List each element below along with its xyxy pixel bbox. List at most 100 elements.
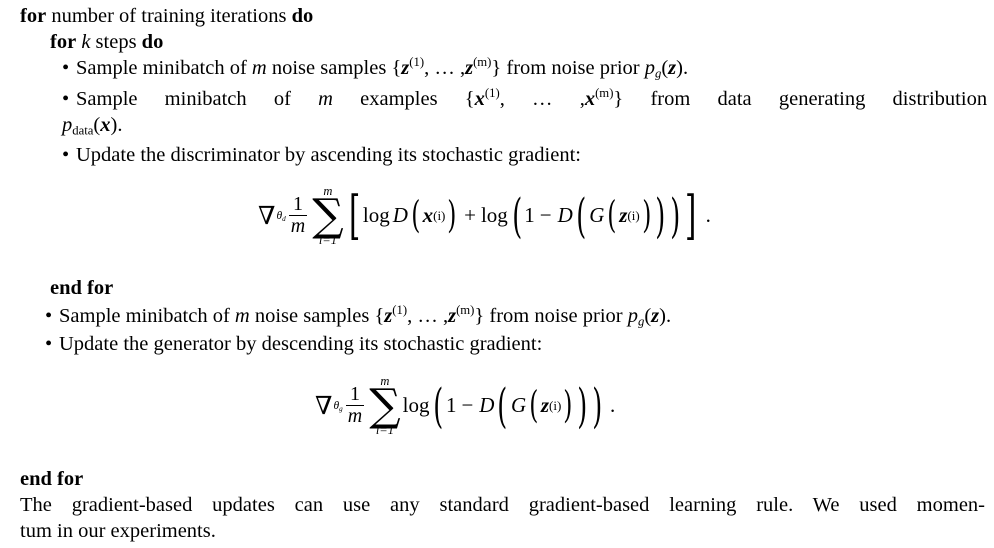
outer-for-text: number of training iterations — [51, 5, 287, 27]
end-for-outer: end for — [20, 468, 84, 490]
sigma-icon: ∑ — [369, 379, 401, 431]
tail-paragraph-line-2: tum in our experiments. — [20, 520, 216, 542]
frac-denominator: m — [345, 405, 365, 428]
bullet3-text: Update the discriminator by ascending it… — [76, 144, 581, 166]
nabla-sub-theta: θg — [333, 400, 343, 413]
inner-for-text: steps — [95, 31, 137, 53]
bullet2-pre: Sample minibatch of — [76, 88, 291, 110]
paren-open-1: ( — [411, 193, 421, 238]
bullet1-pre: Sample minibatch of — [76, 57, 247, 79]
paren-open-4: ( — [607, 193, 617, 238]
one-literal: 1 — [445, 393, 457, 418]
bullet4-pre: Sample minibatch of — [59, 305, 230, 327]
bullet4-post: from noise prior — [489, 305, 623, 327]
log-operator-2: log — [480, 203, 508, 228]
bullet-marker-icon: • — [62, 57, 70, 79]
bullet2-x1: x — [474, 88, 485, 110]
bullet1-m: m — [251, 57, 267, 79]
bullet1-p-arg: z — [668, 57, 677, 79]
bullet1-zm-sup: (m) — [473, 55, 492, 70]
paren-open-3: ( — [576, 187, 587, 244]
paren-close-3: ) — [655, 187, 666, 244]
inner-for-line: for k steps do — [50, 29, 163, 55]
bullet5-text: Update the generator by descending its s… — [59, 333, 543, 355]
bullet-marker-icon: • — [45, 305, 53, 327]
discriminator-function: D — [479, 393, 495, 418]
bullet2-m: m — [318, 88, 333, 110]
bullet1-set-close: } — [491, 57, 502, 79]
tail-paragraph: The gradient-based updates can use any s… — [20, 492, 985, 544]
paren-open-2: ( — [512, 187, 523, 244]
equation-period: . — [610, 393, 616, 418]
bullet2-xm-sup: (m) — [595, 86, 614, 101]
bullet4-zm-sup: (m) — [456, 303, 475, 318]
one-literal: 1 — [524, 203, 535, 228]
inner-for-do: do — [141, 31, 164, 53]
frac-numerator: 1 — [292, 193, 303, 216]
nabla-icon: ∇ — [258, 202, 276, 230]
theta-g-sub: g — [339, 404, 343, 413]
algorithm-block: for number of training iterations do for… — [0, 0, 994, 548]
paren-close-1: ) — [447, 193, 457, 238]
bullet4-set-close: } — [474, 305, 485, 327]
theta-d-sub: d — [282, 214, 286, 223]
bullet1-zm: z — [465, 57, 474, 79]
bullet2-x1-sup: (1) — [484, 86, 500, 101]
paren-close-1: ) — [591, 377, 602, 434]
paren-close-4: ) — [641, 193, 652, 238]
minus-operator: − — [539, 203, 552, 228]
bracket-open: [ — [348, 184, 360, 247]
inner-for-var: k — [81, 31, 91, 53]
bullet2-set: {x(1), … ,x(m)} — [464, 86, 624, 110]
bullet2-xm: x — [584, 88, 596, 110]
x-variable: x — [422, 203, 434, 228]
bullet2-post: from data generating distribution — [650, 88, 988, 110]
equation-period: . — [705, 203, 711, 228]
nabla-sub-theta: θd — [276, 210, 286, 223]
bullet2-mid: examples — [360, 88, 438, 110]
outer-for-keyword: for — [20, 5, 47, 27]
bullet2-cont-p-sub: data — [72, 123, 94, 138]
bullet1-p: p — [644, 57, 655, 79]
end-for-inner: end for — [50, 277, 114, 299]
sigma-icon: ∑ — [312, 189, 344, 241]
bullet1-period: . — [682, 57, 689, 79]
z-variable: z — [619, 203, 628, 228]
outer-for-do: do — [291, 5, 314, 27]
bracket-close: ] — [685, 184, 697, 247]
bullet1-paren-close: ) — [676, 57, 683, 79]
bullet2-continuation: pdata(x). — [62, 112, 122, 138]
outer-for-line: for number of training iterations do — [20, 3, 313, 29]
tail-paragraph-line-1: The gradient-based updates can use any s… — [20, 494, 985, 516]
bullet2-set-open: { — [464, 88, 475, 110]
bullet2-cont-arg: x — [100, 114, 111, 136]
log-operator-1: log — [362, 203, 390, 228]
log-operator: log — [402, 393, 430, 418]
paren-close-2: ) — [577, 377, 588, 434]
bullet4-p: p — [627, 305, 638, 327]
bullet-marker-icon: • — [62, 144, 70, 166]
z-variable: z — [540, 393, 550, 418]
bullet4-period: . — [665, 305, 672, 327]
fraction-one-over-m: 1 m — [345, 384, 365, 428]
bullet1-ellipsis: , … , — [424, 57, 466, 79]
minus-operator: − — [461, 393, 474, 418]
paren-open-3: ( — [529, 383, 539, 428]
bullet-item-update-generator: • Update the generator by descending its … — [45, 331, 542, 357]
bullet-item-sample-noise-2: • Sample minibatch of m noise samples {z(… — [45, 303, 671, 329]
bullet-item-sample-examples: • Sample minibatch of m examples {x(1), …… — [62, 86, 987, 112]
paren-open-2: ( — [497, 377, 508, 434]
paren-close-2: ) — [670, 187, 681, 244]
discriminator-function-2: D — [557, 203, 573, 228]
bullet-marker-icon: • — [62, 88, 70, 110]
inner-for-keyword: for — [50, 31, 77, 53]
fraction-one-over-m: 1 m — [288, 193, 308, 238]
equation-generator-gradient: ∇ θg 1 m m ∑ i=1 log (1 − D (G (z (i)))). — [315, 374, 616, 437]
bullet2-ellipsis: , … , — [499, 88, 585, 110]
bullet4-set-open: { — [374, 305, 385, 327]
bullet2-set-close: } — [613, 88, 624, 110]
bullet4-zm: z — [448, 305, 457, 327]
frac-denominator: m — [288, 215, 308, 238]
sum-lower-limit: i=1 — [318, 232, 337, 247]
nabla-icon: ∇ — [315, 392, 333, 420]
